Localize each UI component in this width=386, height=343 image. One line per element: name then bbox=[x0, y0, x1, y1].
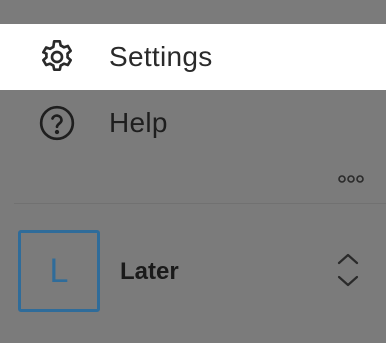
gear-icon bbox=[36, 36, 78, 78]
menu-item-label: Help bbox=[109, 107, 168, 138]
workspace-avatar: L bbox=[18, 230, 100, 312]
workspace-name: Later bbox=[120, 258, 179, 285]
question-circle-icon bbox=[36, 102, 78, 144]
top-edge bbox=[0, 0, 386, 24]
avatar-letter: L bbox=[49, 251, 69, 290]
more-horizontal-icon bbox=[337, 171, 365, 189]
chevron-up-down-icon[interactable] bbox=[333, 250, 363, 290]
menu-item-label: Settings bbox=[109, 41, 213, 72]
menu-item-settings[interactable]: Settings bbox=[0, 24, 386, 90]
more-options-button[interactable] bbox=[333, 168, 369, 192]
menu-item-help[interactable]: Help bbox=[0, 90, 386, 156]
workspace-switcher[interactable]: L Later bbox=[0, 222, 386, 318]
section-divider bbox=[14, 203, 386, 204]
